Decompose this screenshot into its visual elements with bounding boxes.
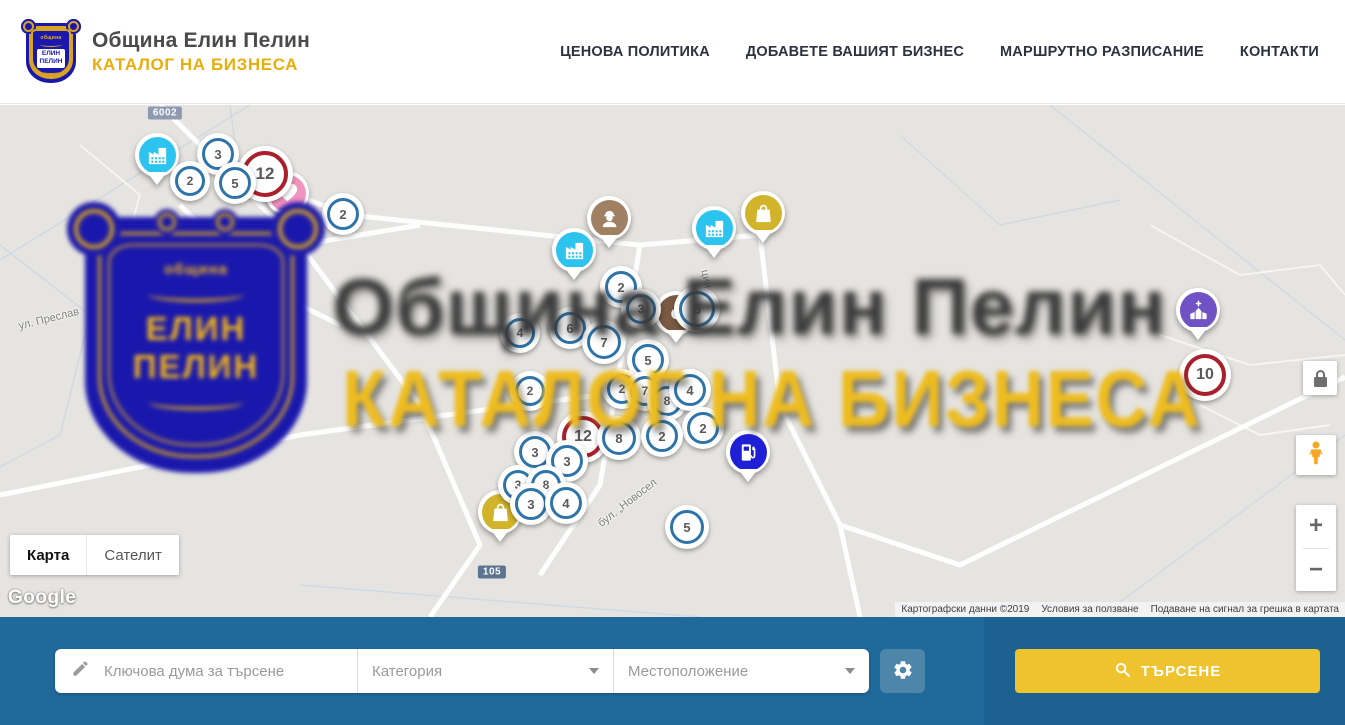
factory-pin[interactable] <box>692 206 736 250</box>
fuel-pin[interactable] <box>726 430 770 474</box>
lock-button[interactable] <box>1303 361 1337 395</box>
location-placeholder: Местоположение <box>628 663 748 680</box>
search-bar: Категория Местоположение ТЪРСЕ <box>0 617 1345 725</box>
road-label: 105 <box>478 566 506 579</box>
pencil-icon <box>71 659 90 683</box>
worker-icon <box>598 207 621 230</box>
cluster-marker-4[interactable]: 4 <box>669 369 711 411</box>
brand[interactable]: община ЕЛИН ПЕЛИН Община Елин Пелин КАТА… <box>26 21 310 83</box>
church-icon <box>1187 299 1210 322</box>
keyword-segment <box>55 649 357 693</box>
search-group: Категория Местоположение <box>55 649 869 693</box>
cluster-marker-5[interactable]: 5 <box>665 505 709 549</box>
church-pin[interactable] <box>1176 288 1220 332</box>
main-nav: ЦЕНОВА ПОЛИТИКА ДОБАВЕТЕ ВАШИЯТ БИЗНЕС М… <box>560 44 1319 60</box>
fuel-icon <box>737 441 760 464</box>
location-select[interactable]: Местоположение <box>613 649 869 693</box>
municipality-logo: община ЕЛИН ПЕЛИН <box>26 23 76 83</box>
cluster-marker-5[interactable]: 5 <box>214 162 256 204</box>
crest-ornament <box>40 69 62 74</box>
zoom-out-button[interactable]: − <box>1296 549 1336 592</box>
chevron-down-icon <box>845 668 855 674</box>
cluster-marker-7[interactable]: 7 <box>582 320 626 364</box>
cluster-marker-10[interactable]: 10 <box>1179 349 1231 401</box>
page: община ЕЛИН ПЕЛИН Община Елин Пелин КАТА… <box>0 0 1345 725</box>
nav-route-schedule[interactable]: МАРШРУТНО РАЗПИСАНИЕ <box>1000 44 1204 60</box>
shopping-pin[interactable] <box>741 191 785 235</box>
factory-icon <box>146 144 169 167</box>
google-logo[interactable]: Google <box>8 587 76 609</box>
crest-town-label: община <box>40 35 61 41</box>
map-type-control: Карта Сателит <box>10 535 179 575</box>
cluster-marker-2[interactable]: 2 <box>641 415 683 457</box>
pegman-button[interactable] <box>1296 435 1336 475</box>
shopping-bag-icon <box>752 202 775 225</box>
factory-icon <box>563 239 586 262</box>
cluster-marker-2[interactable]: 2 <box>322 193 364 235</box>
zoom-in-button[interactable]: + <box>1296 505 1336 548</box>
nav-pricing[interactable]: ЦЕНОВА ПОЛИТИКА <box>560 44 710 60</box>
crest-ornament <box>40 42 62 47</box>
search-icon <box>1114 661 1131 682</box>
search-button-label: ТЪРСЕНЕ <box>1141 663 1222 680</box>
lock-icon <box>1314 370 1327 387</box>
cluster-marker-3[interactable]: 3 <box>621 289 661 329</box>
cluster-marker-2[interactable]: 2 <box>682 407 724 449</box>
cluster-marker-5[interactable]: 5 <box>674 286 720 332</box>
site-subtitle: КАТАЛОГ НА БИЗНЕСА <box>92 55 310 75</box>
cluster-marker-2[interactable]: 2 <box>170 161 210 201</box>
keyword-input[interactable] <box>102 662 345 681</box>
factory-icon <box>703 217 726 240</box>
cluster-marker-4[interactable]: 4 <box>500 313 540 353</box>
report-error-link[interactable]: Подаване на сигнал за грешка в картата <box>1145 604 1345 615</box>
cluster-marker-4[interactable]: 4 <box>545 482 587 524</box>
factory-pin[interactable] <box>552 228 596 272</box>
category-select[interactable]: Категория <box>357 649 613 693</box>
site-title: Община Елин Пелин <box>92 29 310 53</box>
terms-link[interactable]: Условия за ползване <box>1035 604 1144 615</box>
map-canvas[interactable]: 6002105ул. Преславбул. „Новоселции 12325… <box>0 105 1345 617</box>
map-view-button[interactable]: Карта <box>10 535 87 575</box>
cluster-marker-8[interactable]: 8 <box>597 416 641 460</box>
map-attribution: Картографски данни ©2019 Условия за полз… <box>895 602 1345 617</box>
nav-contacts[interactable]: КОНТАКТИ <box>1240 44 1319 60</box>
settings-button[interactable] <box>880 649 925 693</box>
chevron-down-icon <box>589 668 599 674</box>
satellite-view-button[interactable]: Сателит <box>87 535 179 575</box>
pegman-icon <box>1303 440 1329 471</box>
shopping-bag-icon <box>489 501 512 524</box>
header: община ЕЛИН ПЕЛИН Община Елин Пелин КАТА… <box>0 0 1345 104</box>
gear-icon <box>892 659 914 684</box>
nav-add-business[interactable]: ДОБАВЕТЕ ВАШИЯТ БИЗНЕС <box>746 44 964 60</box>
zoom-control: + − <box>1296 505 1336 591</box>
cluster-marker-2[interactable]: 2 <box>510 371 550 411</box>
crest-name: ЕЛИН ПЕЛИН <box>37 49 66 68</box>
category-placeholder: Категория <box>372 663 442 680</box>
attribution-data: Картографски данни ©2019 <box>895 604 1035 615</box>
road-label: 6002 <box>148 107 182 120</box>
search-button[interactable]: ТЪРСЕНЕ <box>1015 649 1320 693</box>
